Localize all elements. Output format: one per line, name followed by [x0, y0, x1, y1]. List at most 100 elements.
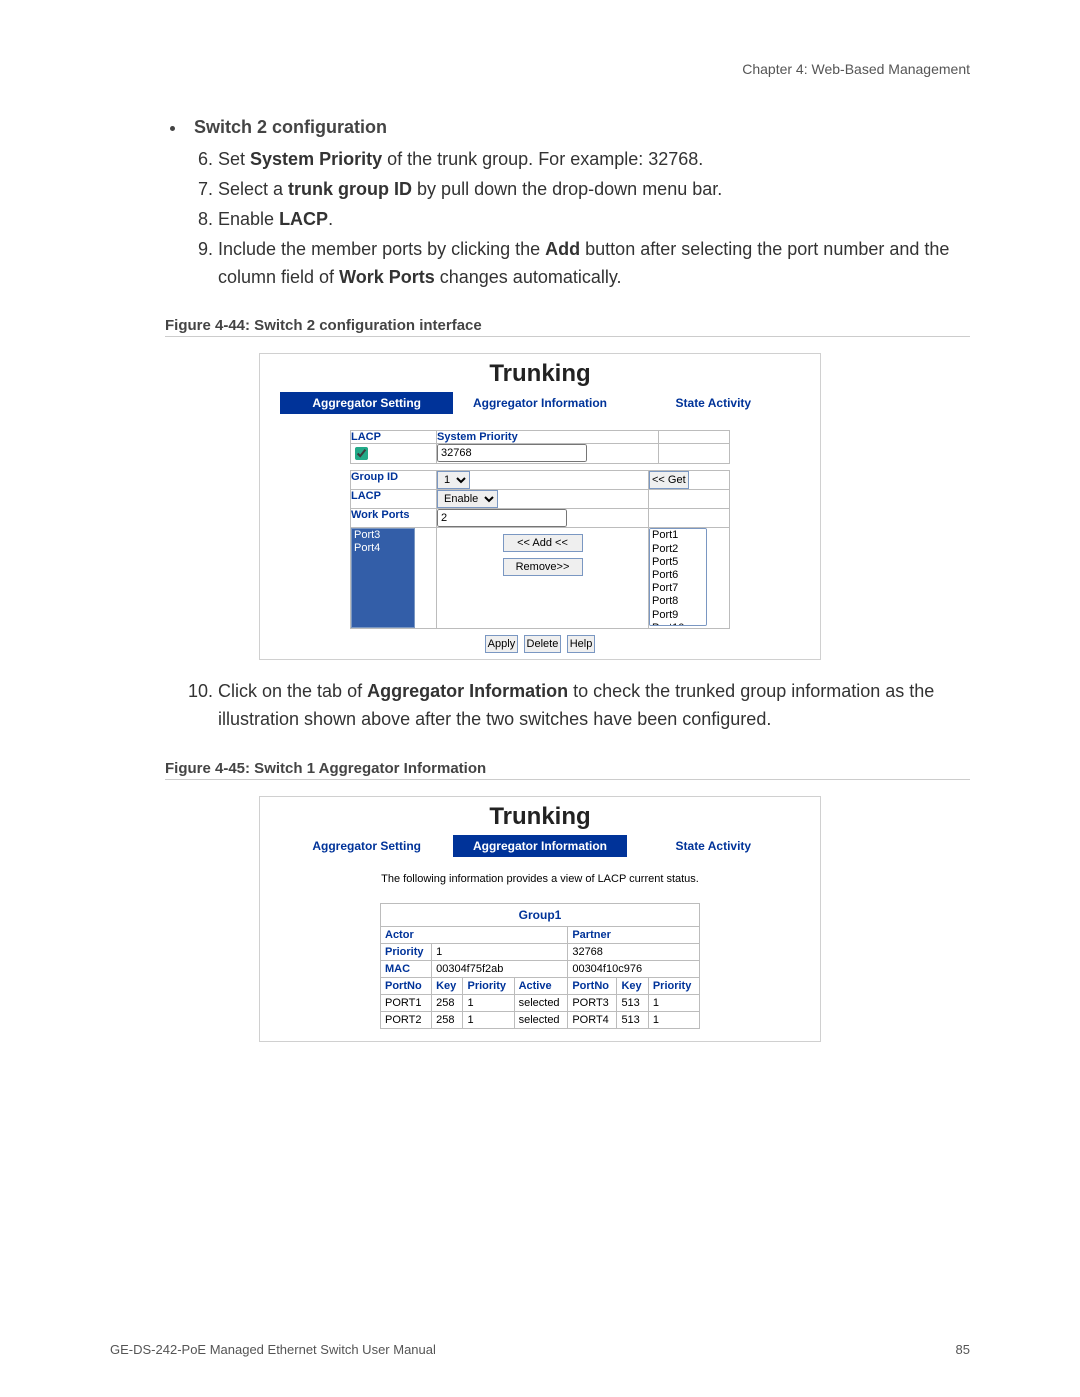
get-button[interactable]: << Get — [649, 471, 689, 489]
col-active: Active — [514, 978, 568, 995]
figure-caption-2: Figure 4-45: Switch 1 Aggregator Informa… — [165, 760, 970, 780]
table-row: PORT2 258 1 selected PORT4 513 1 — [381, 1012, 700, 1029]
trunk-config-table: Group ID 1 << Get LACP — [350, 470, 730, 629]
info-note: The following information provides a vie… — [260, 863, 820, 899]
port-option[interactable]: Port5 — [650, 556, 706, 569]
bold: Work Ports — [339, 267, 435, 287]
port-option[interactable]: Port2 — [650, 543, 706, 556]
section-bullet-title: Switch 2 configuration — [170, 117, 970, 138]
text: Include the member ports by clicking the — [218, 239, 545, 259]
lacp-checkbox-cell — [351, 444, 437, 464]
trunking-tabbar: Aggregator Setting Aggregator Informatio… — [260, 392, 820, 420]
cell: selected — [514, 995, 568, 1012]
tab-aggregator-information-2[interactable]: Aggregator Information — [453, 835, 626, 857]
cell: 258 — [432, 1012, 463, 1029]
tab-aggregator-setting-2[interactable]: Aggregator Setting — [280, 835, 453, 857]
actor-mac: 00304f75f2ab — [432, 961, 568, 978]
add-button[interactable]: << Add << — [503, 534, 583, 552]
apply-button[interactable]: Apply — [485, 635, 519, 653]
col-portno-p: PortNo — [568, 978, 617, 995]
cell: 513 — [617, 995, 648, 1012]
cell: 1 — [648, 995, 699, 1012]
bold: Add — [545, 239, 580, 259]
system-priority-input[interactable] — [437, 444, 587, 462]
bold: System Priority — [250, 149, 382, 169]
tab-state-activity-2[interactable]: State Activity — [627, 835, 800, 857]
priority-label: Priority — [381, 944, 432, 961]
text: changes automatically. — [435, 267, 622, 287]
figure-caption-1: Figure 4-44: Switch 2 configuration inte… — [165, 317, 970, 337]
tab-state-activity[interactable]: State Activity — [627, 392, 800, 414]
col-priority: Priority — [463, 978, 514, 995]
text: of the trunk group. For example: 32768. — [382, 149, 703, 169]
cell: 1 — [463, 995, 514, 1012]
action-button-row: Apply Delete Help — [350, 629, 730, 655]
lacp-mode-select[interactable]: Enable — [437, 490, 498, 508]
cell: 1 — [463, 1012, 514, 1029]
page-footer: GE-DS-242-PoE Managed Ethernet Switch Us… — [110, 1342, 970, 1357]
cell: 513 — [617, 1012, 648, 1029]
port-option[interactable]: Port8 — [650, 595, 706, 608]
partner-priority: 32768 — [568, 944, 700, 961]
cell: PORT1 — [381, 995, 432, 1012]
text: Select a — [218, 179, 288, 199]
cell: PORT4 — [568, 1012, 617, 1029]
cell: 1 — [648, 1012, 699, 1029]
system-priority-label: System Priority — [437, 431, 659, 444]
actor-header: Actor — [381, 927, 568, 944]
work-ports-label: Work Ports — [351, 509, 437, 528]
group-title: Group1 — [380, 903, 700, 926]
step-7: Select a trunk group ID by pull down the… — [218, 176, 970, 204]
lacp-mode-label: LACP — [351, 490, 437, 509]
port-option[interactable]: Port10 — [650, 622, 706, 627]
screenshot-1: Trunking Aggregator Setting Aggregator I… — [259, 353, 821, 660]
col-key: Key — [432, 978, 463, 995]
remove-button[interactable]: Remove>> — [503, 558, 583, 576]
delete-button[interactable]: Delete — [524, 635, 562, 653]
bold: Aggregator Information — [367, 681, 568, 701]
chapter-label: Chapter 4: Web-Based Management — [110, 61, 970, 77]
lacp-label: LACP — [351, 431, 437, 444]
selected-ports-list[interactable]: Port3 Port4 — [351, 528, 415, 628]
group-id-label: Group ID — [351, 471, 437, 490]
text: . — [328, 209, 333, 229]
text: Enable — [218, 209, 279, 229]
col-portno: PortNo — [381, 978, 432, 995]
work-ports-input[interactable] — [437, 509, 567, 527]
step-6: Set System Priority of the trunk group. … — [218, 146, 970, 174]
cell: PORT3 — [568, 995, 617, 1012]
col-priority-p: Priority — [648, 978, 699, 995]
footer-left: GE-DS-242-PoE Managed Ethernet Switch Us… — [110, 1342, 436, 1357]
group-id-select[interactable]: 1 — [437, 471, 470, 489]
bold: LACP — [279, 209, 328, 229]
selected-port: Port4 — [354, 542, 412, 555]
steps-list-cont: Click on the tab of Aggregator Informati… — [180, 678, 970, 734]
tab-aggregator-information[interactable]: Aggregator Information — [453, 392, 626, 414]
lacp-checkbox[interactable] — [355, 447, 368, 460]
trunk-settings-table: LACP System Priority — [350, 430, 730, 464]
mac-label: MAC — [381, 961, 432, 978]
partner-mac: 00304f10c976 — [568, 961, 700, 978]
available-ports-list[interactable]: Port1 Port2 Port5 Port6 Port7 Port8 Port… — [649, 528, 707, 626]
trunking-tabbar-2: Aggregator Setting Aggregator Informatio… — [260, 835, 820, 863]
table-row: PORT1 258 1 selected PORT3 513 1 — [381, 995, 700, 1012]
col-key-p: Key — [617, 978, 648, 995]
port-option[interactable]: Port9 — [650, 609, 706, 622]
actor-priority: 1 — [432, 944, 568, 961]
tab-aggregator-setting[interactable]: Aggregator Setting — [280, 392, 453, 414]
group-table: Group1 Actor Partner Priority 1 32768 MA… — [380, 903, 700, 1029]
cell: selected — [514, 1012, 568, 1029]
port-option[interactable]: Port7 — [650, 582, 706, 595]
footer-right: 85 — [956, 1342, 970, 1357]
step-9: Include the member ports by clicking the… — [218, 236, 970, 292]
port-option[interactable]: Port1 — [650, 529, 706, 542]
step-10: Click on the tab of Aggregator Informati… — [218, 678, 970, 734]
bold: trunk group ID — [288, 179, 412, 199]
partner-header: Partner — [568, 927, 700, 944]
help-button[interactable]: Help — [567, 635, 596, 653]
steps-list: Set System Priority of the trunk group. … — [180, 146, 970, 291]
screenshot-2: Trunking Aggregator Setting Aggregator I… — [259, 796, 821, 1042]
port-option[interactable]: Port6 — [650, 569, 706, 582]
cell: PORT2 — [381, 1012, 432, 1029]
text: Click on the tab of — [218, 681, 367, 701]
